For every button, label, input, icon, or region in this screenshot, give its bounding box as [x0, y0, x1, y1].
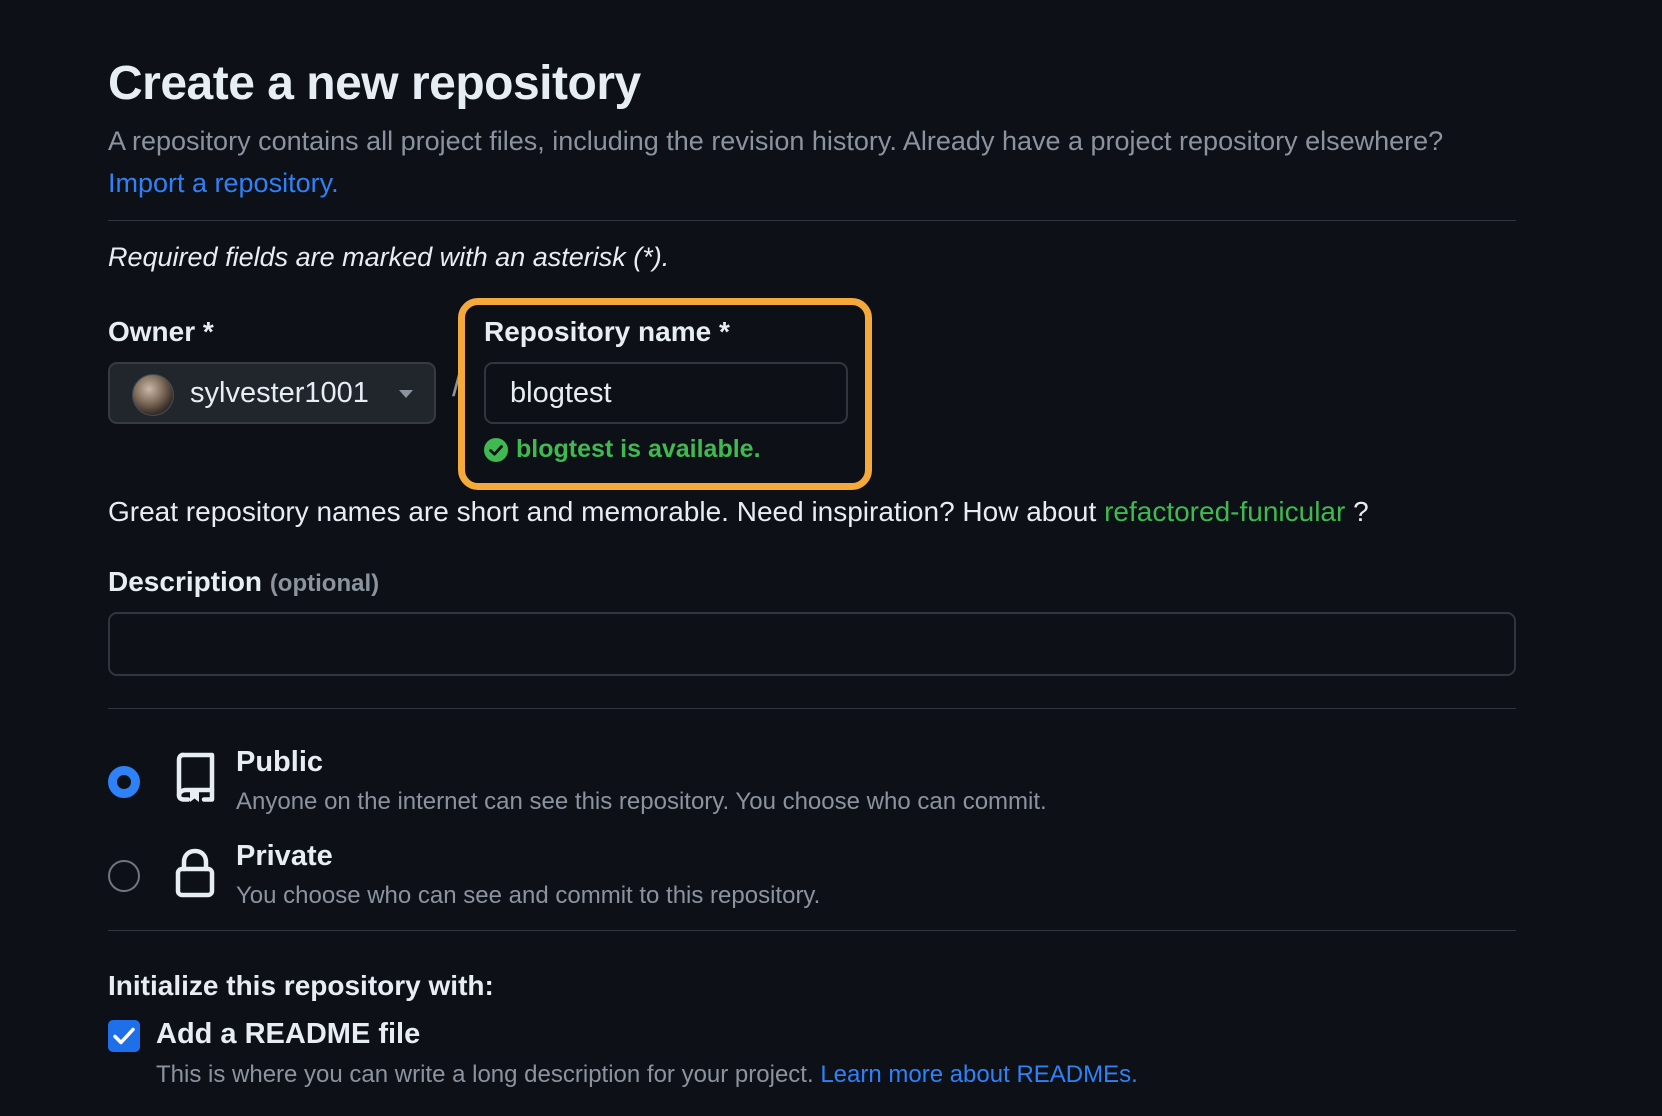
name-suggestion: Great repository names are short and mem…	[108, 496, 1369, 528]
readme-label: Add a README file	[156, 1018, 421, 1050]
optional-tag: (optional)	[269, 570, 380, 597]
page-subtitle: A repository contains all project files,…	[108, 120, 1518, 204]
chevron-down-icon	[399, 390, 413, 398]
private-description: You choose who can see and commit to thi…	[236, 882, 821, 909]
description-label: Description	[108, 566, 263, 597]
page-title: Create a new repository	[108, 57, 641, 110]
subtitle-text: A repository contains all project files,…	[108, 126, 1444, 156]
suggested-name-link[interactable]: refactored-funicular	[1104, 496, 1345, 527]
public-description: Anyone on the internet can see this repo…	[236, 788, 1047, 815]
readme-learn-more-link[interactable]: Learn more about READMEs.	[820, 1061, 1137, 1088]
suggestion-suffix: ?	[1353, 496, 1369, 527]
repo-name-input[interactable]	[484, 362, 848, 424]
check-circle-icon	[484, 438, 508, 462]
divider	[108, 930, 1516, 931]
checkmark-icon	[113, 1027, 135, 1045]
readme-description: This is where you can write a long descr…	[156, 1061, 1138, 1089]
divider	[108, 708, 1516, 709]
public-radio[interactable]	[108, 766, 140, 798]
avatar	[132, 374, 174, 416]
owner-dropdown[interactable]: sylvester1001	[108, 362, 436, 424]
owner-name: sylvester1001	[190, 377, 369, 409]
owner-label: Owner *	[108, 316, 214, 347]
create-repo-page: Create a new repository A repository con…	[0, 0, 1662, 1116]
import-repository-link[interactable]: Import a repository.	[108, 168, 339, 198]
initialize-title: Initialize this repository with:	[108, 970, 494, 1001]
repo-icon	[176, 752, 215, 802]
required-fields-note: Required fields are marked with an aster…	[108, 242, 670, 272]
lock-icon	[175, 848, 215, 898]
public-title: Public	[236, 746, 324, 778]
private-title: Private	[236, 840, 333, 872]
private-radio[interactable]	[108, 860, 140, 892]
readme-checkbox[interactable]	[108, 1020, 140, 1052]
suggestion-text: Great repository names are short and mem…	[108, 496, 1097, 527]
description-label-row: Description (optional)	[108, 566, 379, 598]
availability-status: blogtest is available.	[516, 435, 761, 463]
readme-description-text: This is where you can write a long descr…	[156, 1061, 814, 1088]
description-input[interactable]	[108, 612, 1516, 676]
divider	[108, 220, 1516, 221]
repo-name-label: Repository name *	[484, 316, 730, 347]
